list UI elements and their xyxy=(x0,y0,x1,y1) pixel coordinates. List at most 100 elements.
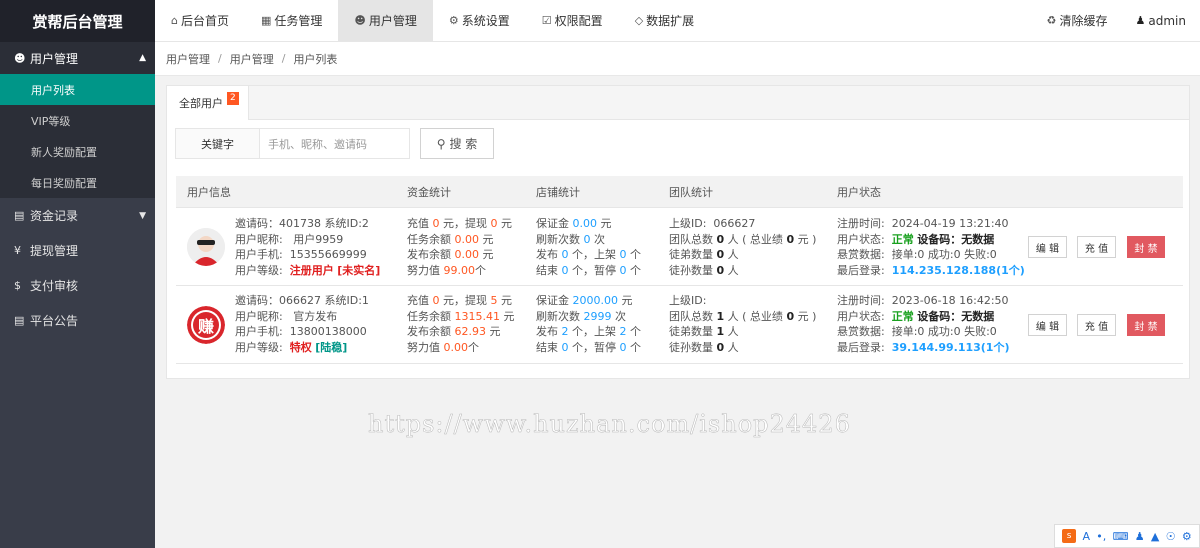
sidebar-item-user-list[interactable]: 用户列表 xyxy=(0,74,155,105)
publish-count: 2 xyxy=(561,325,569,338)
tab-task-management[interactable]: ▦ 任务管理 xyxy=(245,0,338,41)
gear-icon: ⚙ xyxy=(448,14,459,27)
tab-system-settings[interactable]: ⚙ 系统设置 xyxy=(433,0,526,41)
breadcrumb-separator: / xyxy=(281,52,286,65)
clear-cache-button[interactable]: ♻ 清除缓存 xyxy=(1033,0,1122,41)
ban-button[interactable]: 封 禁 xyxy=(1127,236,1165,258)
publish-balance: 62.93 xyxy=(454,325,487,338)
shop-stats: 保证金 2000.00 元 刷新次数 2999 次 发布 2 个，上架 2 个 … xyxy=(536,294,641,354)
avatar xyxy=(187,228,225,266)
keyboard-icon[interactable]: ⌨ xyxy=(1113,530,1129,543)
sidebar-item-funds[interactable]: ▤ 资金记录 ▼ xyxy=(0,198,155,233)
tab-user-management[interactable]: ☻ 用户管理 xyxy=(338,0,433,41)
team-total: 1 xyxy=(716,309,725,323)
team-performance: 0 xyxy=(786,309,795,323)
sidebar-item-withdraw[interactable]: ¥ 提现管理 xyxy=(0,233,155,268)
edit-button[interactable]: 编 辑 xyxy=(1028,314,1067,336)
book-icon: ▤ xyxy=(14,314,25,327)
globe-icon[interactable]: ☉ xyxy=(1166,530,1176,543)
yen-icon: ¥ xyxy=(14,244,21,257)
sidebar-group-label: 用户管理 xyxy=(30,51,79,66)
person-icon: ♟ xyxy=(1135,14,1146,27)
disciples: 0 xyxy=(716,248,725,261)
keyword-label: 关键字 xyxy=(175,128,260,159)
edit-button[interactable]: 编 辑 xyxy=(1028,236,1067,258)
app-logo: 赏帮后台管理 xyxy=(0,0,155,42)
column-header: 团队统计 xyxy=(669,185,713,199)
skin-icon[interactable]: ▲ xyxy=(1151,530,1159,543)
search-input[interactable]: 手机、昵称、邀请码 xyxy=(260,128,410,159)
book-icon: ▤ xyxy=(14,209,25,222)
task-icon: ▦ xyxy=(261,14,272,27)
phone: 13800138000 xyxy=(289,325,367,338)
invite-code: 066627 xyxy=(279,294,321,307)
search-icon: ⚲ xyxy=(436,136,446,151)
tab-label: 任务管理 xyxy=(274,14,323,28)
listed-count: 0 xyxy=(619,248,627,261)
user-list-card: 全部用户 2 关键字 手机、昵称、邀请码 ⚲ 搜 索 用户信息 资金统计 店铺统计 … xyxy=(166,85,1190,379)
ban-button[interactable]: 封 禁 xyxy=(1127,314,1165,336)
last-login[interactable]: 114.235.128.188(1个) xyxy=(892,264,1025,277)
funds-stats: 充值 0 元，提现 0 元 任务余额 0.00 元 发布余额 0.00 元 努力… xyxy=(407,217,512,277)
reg-time: 2024-04-19 13:21:40 xyxy=(891,217,1009,230)
nickname: 官方发布 xyxy=(293,309,338,323)
user-icon: ☻ xyxy=(354,14,366,27)
person-icon[interactable]: ♟ xyxy=(1135,530,1145,543)
team-stats: 上级ID: 团队总数 1 人 ( 总业绩 0 元 ) 徒弟数量 1 人 徒孙数量… xyxy=(669,294,817,354)
team-stats: 上级ID: 066627 团队总数 0 人 ( 总业绩 0 元 ) 徒弟数量 0… xyxy=(669,217,817,277)
gear-icon[interactable]: ⚙ xyxy=(1182,530,1192,543)
tab-label: 用户管理 xyxy=(368,14,417,28)
search-button[interactable]: ⚲ 搜 索 xyxy=(420,128,494,159)
sidebar-group-user-management[interactable]: ☻ 用户管理 ▲ xyxy=(0,42,155,74)
top-right-actions: ♻ 清除缓存 ♟ admin xyxy=(1033,0,1200,41)
reg-time: 2023-06-18 16:42:50 xyxy=(891,294,1009,307)
punctuation-icon[interactable]: •, xyxy=(1096,530,1106,543)
sidebar-item-vip-level[interactable]: VIP等级 xyxy=(0,105,155,136)
user-menu[interactable]: ♟ admin xyxy=(1122,0,1200,41)
deposit: 0.00 xyxy=(572,217,598,230)
sidebar: 赏帮后台管理 ☻ 用户管理 ▲ 用户列表 VIP等级 新人奖励配置 每日奖励配置… xyxy=(0,0,155,548)
sidebar-item-label: 平台公告 xyxy=(30,314,79,328)
task-balance: 1315.41 xyxy=(454,309,501,323)
recharge-button[interactable]: 充 值 xyxy=(1077,236,1116,258)
tab-label: 系统设置 xyxy=(461,14,510,28)
device-code: 设备码：无数据 xyxy=(917,232,995,246)
last-login[interactable]: 39.144.99.113(1个) xyxy=(892,341,1010,354)
ime-lang-toggle[interactable]: A xyxy=(1082,530,1090,543)
system-id: 1 xyxy=(361,294,369,307)
sidebar-item-daily-reward[interactable]: 每日奖励配置 xyxy=(0,167,155,198)
user-level: 特权 xyxy=(289,340,312,354)
team-total: 0 xyxy=(716,232,725,246)
sidebar-item-newbie-reward[interactable]: 新人奖励配置 xyxy=(0,136,155,167)
tab-all-users[interactable]: 全部用户 2 xyxy=(167,86,249,120)
breadcrumb-item[interactable]: 用户管理 xyxy=(166,51,210,67)
tab-data-extension[interactable]: ◇ 数据扩展 xyxy=(619,0,710,41)
sidebar-item-payment-review[interactable]: $ 支付审核 xyxy=(0,268,155,303)
user-table: 用户信息 资金统计 店铺统计 团队统计 用户状态 邀请码：401738 系统ID… xyxy=(176,176,1183,364)
search-row: 关键字 手机、昵称、邀请码 ⚲ 搜 索 xyxy=(175,128,494,159)
recharge-button[interactable]: 充 值 xyxy=(1077,314,1116,336)
ime-logo-icon[interactable]: s xyxy=(1062,529,1077,543)
lock-icon: ☑ xyxy=(541,14,552,27)
breadcrumb-item[interactable]: 用户管理 xyxy=(230,51,274,67)
user-icon: ☻ xyxy=(14,51,26,65)
table-row: 邀请码：401738 系统ID:2 用户昵称: 用户9959 用户手机: 153… xyxy=(176,208,1183,286)
user-info: 邀请码：401738 系统ID:2 用户昵称: 用户9959 用户手机: 153… xyxy=(235,217,381,277)
caret-up-icon: ▲ xyxy=(139,53,146,63)
tab-dashboard[interactable]: ⌂ 后台首页 xyxy=(155,0,245,41)
trash-icon: ♻ xyxy=(1046,14,1057,27)
effort: 0.00 xyxy=(443,340,469,354)
listed-count: 2 xyxy=(619,325,627,338)
task-balance: 0.00 xyxy=(454,232,480,246)
tab-permissions[interactable]: ☑ 权限配置 xyxy=(526,0,619,41)
bounty-data: 接单:0 成功:0 失败:0 xyxy=(891,248,997,261)
realname-status: [陆稳] xyxy=(315,340,348,354)
grand-disciples: 0 xyxy=(716,340,725,354)
breadcrumb: 用户管理 / 用户管理 / 用户列表 xyxy=(155,42,1200,76)
refresh-count: 0 xyxy=(583,232,591,246)
column-header: 资金统计 xyxy=(407,185,451,199)
sidebar-item-label: 资金记录 xyxy=(30,209,79,223)
sidebar-item-announcement[interactable]: ▤ 平台公告 xyxy=(0,303,155,338)
top-navbar: ⌂ 后台首页 ▦ 任务管理 ☻ 用户管理 ⚙ 系统设置 ☑ 权限配置 ◇ 数据扩展 ♻ 清除缓… xyxy=(155,0,1200,42)
paused-count: 0 xyxy=(619,340,627,354)
